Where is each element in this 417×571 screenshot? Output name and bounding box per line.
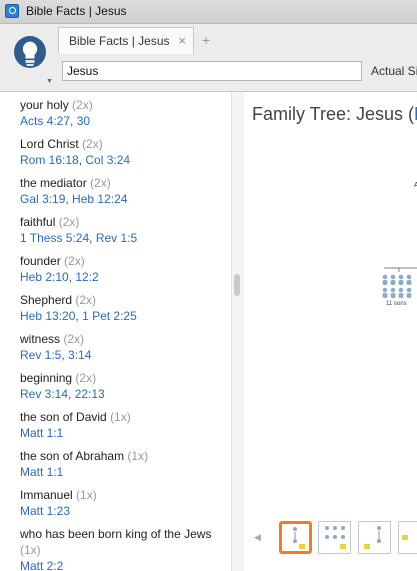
fact-term: your holy (20, 98, 69, 112)
fact-term: witness (20, 332, 61, 346)
list-item: the mediator (2x) Gal 3:19, Heb 12:24 (20, 176, 128, 206)
actual-size-button[interactable]: Actual Si (371, 64, 417, 78)
thumbnail-prev-icon[interactable]: ◀ (254, 532, 261, 543)
tree-thumbnail-4[interactable] (398, 521, 417, 554)
app-icon (5, 4, 19, 18)
fact-term: beginning (20, 371, 73, 385)
list-item: faithful (2x) 1 Thess 5:24, Rev 1:5 (20, 215, 138, 245)
list-item: founder (2x) Heb 2:10, 12:2 (20, 254, 99, 284)
list-item: beginning (2x) Rev 3:14, 22:13 (20, 371, 105, 401)
facts-list: your holy (2x) Acts 4:27, 30 Lord Christ (… (20, 97, 230, 571)
facts-list-pane: your holy (2x) Acts 4:27, 30 Lord Christ (… (0, 92, 243, 571)
list-item: Immanuel (1x) Matt 1:23 (20, 487, 230, 519)
pane-splitter[interactable] (231, 92, 244, 571)
fact-count: (1x) (76, 488, 97, 502)
fact-term: Immanuel (20, 488, 73, 502)
list-item: the son of Abraham (1x) Matt 1:1 (20, 448, 230, 480)
verse-link[interactable]: Matt 1:1 (20, 465, 63, 479)
fact-term: the mediator (20, 176, 87, 190)
family-tree-title-text: Family Tree: Jesus ( (252, 104, 415, 124)
tree-thumbnail-3[interactable] (358, 521, 391, 554)
sons-count-label: 11 sons (386, 301, 407, 307)
verse-link[interactable]: 1 Thess 5:24 (20, 231, 89, 245)
splitter-grip[interactable] (234, 274, 240, 296)
verse-link[interactable]: Matt 1:23 (20, 504, 70, 518)
tab-bible-facts-jesus[interactable]: Bible Facts | Jesus × (58, 27, 194, 54)
tree-thumbnail-icon (325, 526, 346, 549)
fact-count: (2x) (58, 215, 80, 229)
app-header: ▼ Bible Facts | Jesus × + Actual Si (0, 24, 417, 92)
verse-link[interactable]: Matt 1:1 (20, 426, 63, 440)
fact-term: Lord Christ (20, 137, 79, 151)
list-item: your holy (2x) Acts 4:27, 30 (20, 98, 93, 128)
tree-thumbnail-1[interactable] (279, 521, 312, 554)
verse-link[interactable]: Acts 4:27 (20, 114, 70, 128)
fact-count: (1x) (110, 410, 131, 424)
fact-term: Shepherd (20, 293, 73, 307)
verse-link[interactable]: 22:13 (75, 387, 105, 401)
verse-link[interactable]: 12:2 (75, 270, 98, 284)
verse-link[interactable]: Gal 3:19 (20, 192, 65, 206)
verse-link[interactable]: 3:14 (68, 348, 91, 362)
fact-count: (2x) (72, 98, 93, 112)
fact-count: (2x) (63, 332, 85, 346)
list-item: Shepherd (2x) Heb 13:20, 1 Pet 2:25 (20, 293, 137, 323)
fact-term: who has been born king of the Jews (20, 527, 212, 541)
window-title: Bible Facts | Jesus (26, 4, 127, 18)
close-icon[interactable]: × (178, 33, 186, 48)
fact-count: (1x) (20, 543, 41, 557)
verse-link[interactable]: Rev 1:5 (20, 348, 61, 362)
fact-count: (2x) (75, 293, 97, 307)
add-tab-icon[interactable]: + (202, 32, 210, 48)
fact-count: (1x) (127, 449, 149, 463)
tree-thumbnail-icon (364, 526, 381, 549)
fact-count: (2x) (64, 254, 85, 268)
fact-term: faithful (20, 215, 56, 229)
list-item: the son of David (1x) Matt 1:1 (20, 409, 230, 441)
list-item: who has been born king of the Jews (1x) M… (20, 526, 230, 571)
fact-term: founder (20, 254, 61, 268)
verse-link[interactable]: Heb 12:24 (72, 192, 127, 206)
tree-thumbnail-2[interactable] (318, 521, 351, 554)
window-titlebar: Bible Facts | Jesus (0, 0, 417, 24)
verse-link[interactable]: 30 (77, 114, 90, 128)
verse-link[interactable]: 1 Pet 2:25 (82, 309, 137, 323)
list-item: witness (2x) Rev 1:5, 3:14 (20, 332, 92, 362)
verse-link[interactable]: Heb 2:10 (20, 270, 69, 284)
verse-link[interactable]: Matt 2:2 (20, 559, 63, 571)
family-tree-pane: Family Tree: Jesus (M A 11 sons ◀ (244, 92, 417, 571)
fact-count: (2x) (75, 371, 97, 385)
tree-thumbnail-icon (402, 535, 408, 540)
verse-link[interactable]: Rom 16:18 (20, 153, 79, 167)
verse-link[interactable]: Heb 13:20 (20, 309, 75, 323)
tab-label: Bible Facts | Jesus (69, 34, 170, 48)
verse-link[interactable]: Col 3:24 (85, 153, 130, 167)
fact-term: the son of David (20, 410, 107, 424)
fact-count: (2x) (82, 137, 103, 151)
list-item: Lord Christ (2x) Rom 16:18, Col 3:24 (20, 137, 131, 167)
menu-dropdown-caret-icon[interactable]: ▼ (46, 78, 53, 85)
lightbulb-icon[interactable] (13, 32, 47, 76)
tree-thumbnail-icon (293, 527, 305, 549)
verse-link[interactable]: Rev 3:14 (20, 387, 68, 401)
verse-link[interactable]: Rev 1:5 (96, 231, 137, 245)
fact-term: the son of Abraham (20, 449, 125, 463)
search-input[interactable] (62, 61, 362, 81)
family-tree-title: Family Tree: Jesus (M (252, 104, 417, 125)
fact-count: (2x) (90, 176, 111, 190)
